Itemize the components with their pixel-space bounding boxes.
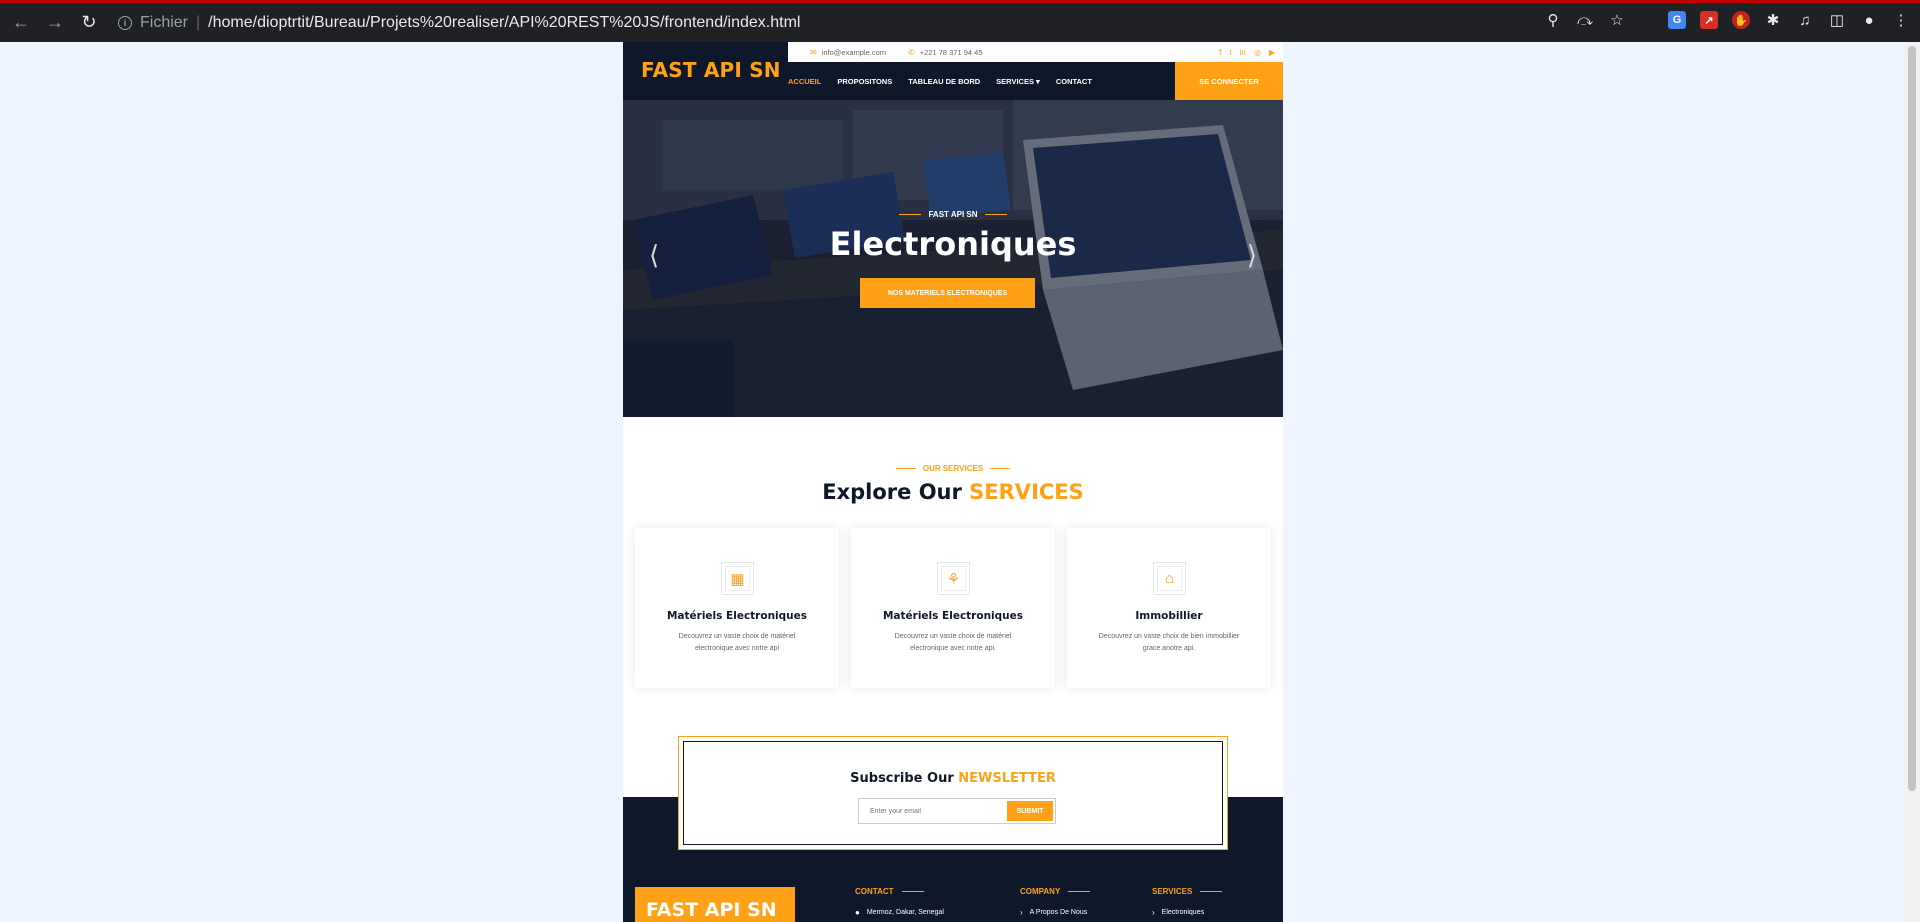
- map-marker-icon: ●: [855, 908, 860, 917]
- email-item: ✉ info@example.com: [810, 48, 886, 57]
- caret-down-icon: ▾: [1033, 76, 1040, 86]
- facebook-icon[interactable]: f: [1219, 48, 1221, 57]
- services-title-prefix: Explore Our: [822, 480, 962, 504]
- footer-services-link-label: Electroniques: [1161, 909, 1205, 916]
- newsletter-title: Subscribe Our NEWSLETTER: [684, 771, 1222, 786]
- hero-carousel: FAST API SN Electroniques NOS MATERIELS …: [623, 100, 1283, 417]
- service-card[interactable]: ⚘ Matériels Electroniques Decouvrez un v…: [851, 528, 1055, 688]
- service-card-title: Matériels Electroniques: [882, 610, 1024, 622]
- bookmark-star-icon[interactable]: ☆: [1608, 11, 1626, 29]
- footer-logo[interactable]: FAST API SN: [635, 887, 795, 922]
- share-icon[interactable]: ⤼: [1576, 11, 1594, 29]
- service-card[interactable]: ⌂ Immobillier Decouvrez un vaste choix d…: [1067, 528, 1271, 688]
- social-links: f t in ◎ ▶: [1219, 48, 1275, 57]
- phone-item: ✆ +221 78 371 94 45: [908, 48, 982, 57]
- nav-tableau-de-bord[interactable]: TABLEAU DE BORD: [908, 77, 980, 86]
- nav-contact[interactable]: CONTACT: [1056, 77, 1092, 86]
- profile-avatar-icon[interactable]: ●: [1860, 11, 1878, 29]
- newsletter-box: Subscribe Our NEWSLETTER SUBMIT: [678, 736, 1228, 850]
- footer-contact-column: CONTACT ● Mermoz, Dakar, Senegal: [855, 887, 944, 917]
- services-title: Explore Our SERVICES: [623, 480, 1283, 504]
- arrow-extension-icon[interactable]: ↗: [1700, 11, 1718, 29]
- menu-kebab-icon[interactable]: ⋮: [1892, 11, 1910, 29]
- nav-services[interactable]: SERVICES ▾: [996, 77, 1040, 86]
- instagram-icon[interactable]: ◎: [1254, 48, 1261, 57]
- newsletter-email-input[interactable]: [859, 799, 1009, 823]
- services-title-highlight: SERVICES: [969, 480, 1084, 504]
- address-bar[interactable]: i Fichier | /home/dioptrtit/Bureau/Proje…: [108, 10, 1563, 36]
- service-cards: ▦ Matériels Electroniques Decouvrez un v…: [635, 528, 1271, 688]
- bank-icon: ⌂: [1157, 566, 1182, 591]
- carousel-next-icon[interactable]: ⟩: [1247, 240, 1257, 271]
- login-button[interactable]: SE CONNECTER: [1175, 62, 1283, 100]
- chevron-right-icon: ›: [1020, 908, 1023, 917]
- newsletter-title-prefix: Subscribe Our: [850, 771, 954, 786]
- hotel-icon: ▦: [725, 566, 750, 591]
- main-nav: ACCUEIL PROPOSITONS TABLEAU DE BORD SERV…: [788, 62, 1108, 100]
- site-info-icon[interactable]: i: [118, 16, 132, 30]
- footer-address-text: Mermoz, Dakar, Senegal: [866, 909, 944, 916]
- service-icon-frame: ⌂: [1153, 562, 1186, 595]
- url-text[interactable]: /home/dioptrtit/Bureau/Projets%20realise…: [208, 14, 800, 32]
- hero-caption: FAST API SN Electroniques NOS MATERIELS …: [623, 100, 1283, 417]
- extensions-puzzle-icon[interactable]: ✱: [1764, 11, 1782, 29]
- service-card-desc: Decouvrez un vaste choix de bien immobil…: [1098, 633, 1240, 652]
- scheme-label: Fichier: [140, 14, 189, 31]
- top-info-bar: ✉ info@example.com ✆ +221 78 371 94 45 f…: [788, 42, 1283, 62]
- service-card-title: Immobillier: [1135, 610, 1203, 622]
- email-text: info@example.com: [821, 47, 887, 57]
- service-icon-frame: ▦: [721, 562, 754, 595]
- media-queue-icon[interactable]: ♫: [1796, 11, 1814, 29]
- footer-company-link[interactable]: › A Propos De Nous: [1020, 908, 1090, 917]
- footer-contact-heading: CONTACT: [855, 887, 944, 896]
- side-panel-icon[interactable]: ◫: [1828, 11, 1846, 29]
- hero-eyebrow: FAST API SN: [623, 210, 1283, 219]
- nav-accueil[interactable]: ACCUEIL: [788, 77, 821, 86]
- phone-text: +221 78 371 94 45: [919, 47, 983, 57]
- nav-propositons[interactable]: PROPOSITONS: [837, 77, 892, 86]
- footer-contact-address: ● Mermoz, Dakar, Senegal: [855, 908, 944, 917]
- back-button[interactable]: ←: [8, 10, 34, 36]
- phone-icon: ✆: [908, 47, 915, 57]
- service-card-desc: Decouvrez un vaste choix de matériel ele…: [678, 633, 796, 652]
- forward-button[interactable]: →: [42, 10, 68, 36]
- zoom-search-icon[interactable]: ⚲: [1544, 11, 1562, 29]
- page-scrollbar[interactable]: [1904, 42, 1920, 922]
- site-logo[interactable]: FAST API SN: [641, 58, 781, 82]
- newsletter-submit-button[interactable]: SUBMIT: [1007, 801, 1053, 821]
- browser-toolbar: ← → ↻ i Fichier | /home/dioptrtit/Bureau…: [0, 0, 1920, 42]
- service-icon-frame: ⚘: [937, 562, 970, 595]
- envelope-icon: ✉: [810, 47, 817, 57]
- service-card-desc: Decouvrez un vaste choix de matériel ele…: [894, 633, 1012, 652]
- service-card[interactable]: ▦ Matériels Electroniques Decouvrez un v…: [635, 528, 839, 688]
- footer-company-link-label: A Propos De Nous: [1029, 909, 1088, 916]
- translate-extension-icon[interactable]: G: [1668, 11, 1686, 29]
- linkedin-icon[interactable]: in: [1240, 48, 1246, 57]
- chevron-right-icon: ›: [1152, 908, 1155, 917]
- newsletter-title-highlight: NEWSLETTER: [958, 771, 1056, 786]
- footer-services-heading: SERVICES: [1152, 887, 1222, 896]
- newsletter-inner: Subscribe Our NEWSLETTER SUBMIT: [683, 741, 1223, 845]
- carousel-prev-icon[interactable]: ⟨: [649, 240, 659, 271]
- footer-company-heading: COMPANY: [1020, 887, 1090, 896]
- stop-hand-extension-icon[interactable]: ✋: [1732, 11, 1750, 29]
- footer-services-link[interactable]: › Electroniques: [1152, 908, 1222, 917]
- web-page: FAST API SN ✉ info@example.com ✆ +221 78…: [623, 42, 1283, 922]
- newsletter-form: SUBMIT: [858, 798, 1056, 824]
- service-card-title: Matériels Electroniques: [666, 610, 808, 622]
- hero-title: Electroniques: [829, 225, 1077, 263]
- scrollbar-thumb[interactable]: [1908, 46, 1916, 791]
- utensils-icon: ⚘: [941, 566, 966, 591]
- browser-actions: ⚲ ⤼ ☆ G ↗ ✋ ✱ ♫ ◫ ● ⋮: [1544, 11, 1910, 29]
- services-eyebrow: OUR SERVICES: [623, 464, 1283, 473]
- address-separator: |: [196, 14, 201, 31]
- hero-cta-button[interactable]: NOS MATERIELS ELECTRONIQUES: [860, 278, 1035, 308]
- footer-services-column: SERVICES › Electroniques: [1152, 887, 1222, 917]
- reload-button[interactable]: ↻: [76, 10, 102, 36]
- footer-company-column: COMPANY › A Propos De Nous: [1020, 887, 1090, 917]
- nav-services-label: SERVICES: [996, 76, 1034, 86]
- twitter-icon[interactable]: t: [1229, 48, 1231, 57]
- youtube-icon[interactable]: ▶: [1269, 48, 1275, 57]
